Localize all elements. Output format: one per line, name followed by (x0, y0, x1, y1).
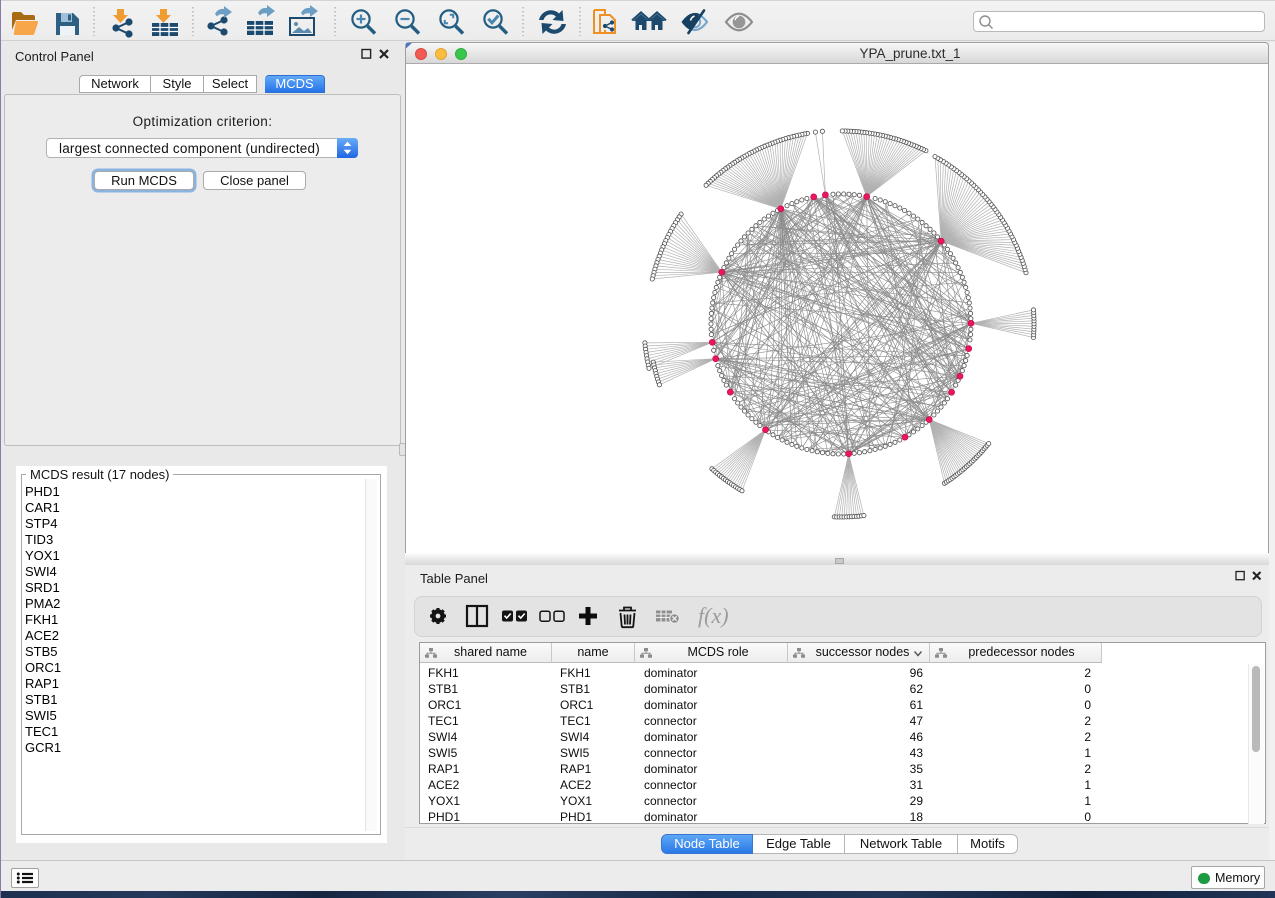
svg-text:f(x): f(x) (698, 603, 729, 628)
